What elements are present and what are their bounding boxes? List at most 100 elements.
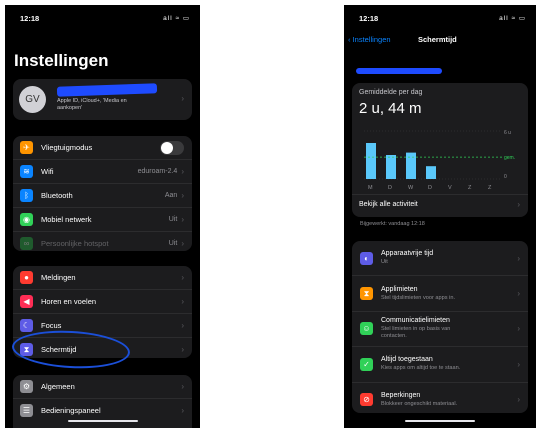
back-button[interactable]: ‹ Instellingen bbox=[348, 35, 391, 44]
chart-x-label: W bbox=[408, 185, 414, 191]
chevron-right-icon: › bbox=[517, 324, 520, 334]
apple-id-subtitle: Apple ID, iCloud+, 'Media en aankopen' bbox=[57, 98, 127, 111]
apple-id-row[interactable]: GV Apple ID, iCloud+, 'Media en aankopen… bbox=[13, 79, 192, 120]
row-label: Meldingen bbox=[41, 273, 76, 282]
bell-icon: ● bbox=[20, 271, 33, 284]
chart-x-label: D bbox=[388, 185, 392, 191]
chevron-right-icon: › bbox=[181, 191, 184, 200]
redaction-mark bbox=[56, 83, 158, 97]
bluetooth-icon: ᛒ bbox=[20, 189, 33, 202]
row-notifications[interactable]: ● Meldingen › bbox=[13, 266, 192, 290]
downtime-icon: ◐ bbox=[360, 251, 373, 265]
row-hotspot[interactable]: ∞ Persoonlijke hotspot Uit › bbox=[13, 232, 192, 251]
chevron-right-icon: › bbox=[517, 395, 520, 405]
see-all-activity[interactable]: Bekijk alle activiteit bbox=[359, 201, 418, 208]
row-label: Persoonlijke hotspot bbox=[41, 239, 109, 248]
row-always-allowed[interactable]: ✓ Altijd toegestaan Kies apps om altijd t… bbox=[352, 347, 528, 383]
row-label: Mobiel netwerk bbox=[41, 215, 92, 224]
hourglass-icon: ⧗ bbox=[360, 287, 373, 301]
chevron-right-icon: › bbox=[181, 345, 184, 354]
row-general[interactable]: ⚙ Algemeen › bbox=[13, 375, 192, 399]
chevron-right-icon: › bbox=[517, 253, 520, 263]
option-subtitle: Uit bbox=[381, 259, 388, 266]
back-label: Instellingen bbox=[352, 35, 391, 44]
screen-time-screen: 12:18 all ≈ ▭ ‹ Instellingen Schermtijd … bbox=[344, 5, 536, 428]
row-value: Uit bbox=[168, 240, 178, 247]
airplane-toggle[interactable] bbox=[160, 140, 184, 155]
status-icons: all ≈ ▭ bbox=[163, 15, 190, 22]
chevron-right-icon: › bbox=[181, 167, 184, 176]
option-subtitle: Stel tijdslimieten voor apps in. bbox=[381, 294, 455, 301]
redaction-mark bbox=[356, 68, 442, 74]
antenna-icon: ◉ bbox=[20, 213, 33, 226]
nav-title: Schermtijd bbox=[418, 35, 457, 44]
option-subtitle: Stel limieten in op basis van contacten. bbox=[381, 326, 451, 340]
option-title: Beperkingen bbox=[381, 391, 421, 399]
check-icon: ✓ bbox=[360, 357, 373, 371]
row-label: Bedieningspaneel bbox=[41, 406, 101, 415]
airplane-icon: ✈ bbox=[20, 141, 33, 154]
average-line-label: gem. bbox=[504, 155, 515, 161]
row-restrictions[interactable]: ⊘ Beperkingen Blokkeer ongeschikt materia… bbox=[352, 383, 528, 413]
status-bar: 12:18 all ≈ ▭ bbox=[344, 13, 536, 27]
row-app-limits[interactable]: ⧗ Applimieten Stel tijdslimieten voor app… bbox=[352, 276, 528, 312]
wifi-icon: ≋ bbox=[20, 165, 33, 178]
hotspot-icon: ∞ bbox=[20, 237, 33, 250]
row-airplane[interactable]: ✈ Vliegtuigmodus bbox=[13, 136, 192, 160]
chart-bar bbox=[386, 155, 396, 179]
row-label: Bluetooth bbox=[41, 191, 73, 200]
chart-x-label: M bbox=[368, 185, 373, 191]
ytick-top: 6 u bbox=[504, 130, 511, 136]
usage-chart: 6 u 0 M D W D V Z Zgem. bbox=[364, 130, 515, 191]
daily-average-card[interactable]: Gemiddelde per dag 2 u, 44 m 6 u 0 MDWDV… bbox=[352, 83, 528, 217]
settings-screen: 12:18 all ≈ ▭ Instellingen GV Apple ID, … bbox=[5, 5, 200, 428]
chevron-right-icon: › bbox=[181, 297, 184, 306]
row-label: Algemeen bbox=[41, 382, 75, 391]
person-icon: ☺ bbox=[360, 322, 373, 336]
row-communication-limits[interactable]: ☺ Communicatielimieten Stel limieten in o… bbox=[352, 312, 528, 348]
option-title: Apparaatvrije tijd bbox=[381, 250, 434, 258]
chevron-right-icon: › bbox=[181, 239, 184, 248]
average-label: Gemiddelde per dag bbox=[359, 89, 423, 96]
row-label: Focus bbox=[41, 321, 62, 330]
row-mobile-network[interactable]: ◉ Mobiel netwerk Uit › bbox=[13, 208, 192, 232]
chevron-right-icon: › bbox=[181, 382, 184, 391]
home-indicator[interactable] bbox=[405, 419, 475, 422]
chart-x-label: V bbox=[448, 185, 452, 191]
chevron-right-icon: › bbox=[517, 359, 520, 369]
row-control-center[interactable]: ☰ Bedieningspaneel › bbox=[13, 399, 192, 422]
row-value: Uit bbox=[168, 216, 178, 223]
home-indicator[interactable] bbox=[67, 419, 138, 422]
option-title: Communicatielimieten bbox=[381, 317, 450, 325]
moon-icon: ☾ bbox=[20, 319, 33, 332]
row-downtime[interactable]: ◐ Apparaatvrije tijd Uit › bbox=[352, 241, 528, 277]
row-wifi[interactable]: ≋ Wifi eduroam-2.4 › bbox=[13, 160, 192, 184]
status-time: 12:18 bbox=[359, 14, 379, 23]
connectivity-group: ✈ Vliegtuigmodus ≋ Wifi eduroam-2.4 › ᛒ … bbox=[13, 136, 192, 251]
updated-label: Bijgewerkt: vandaag 12:18 bbox=[360, 221, 425, 227]
chevron-right-icon: › bbox=[181, 321, 184, 330]
chart-x-label: Z bbox=[468, 185, 472, 191]
gear-icon: ⚙ bbox=[20, 380, 33, 393]
status-icons: all ≈ ▭ bbox=[499, 15, 526, 22]
row-label: Horen en voelen bbox=[41, 297, 97, 306]
chart-bar bbox=[426, 166, 436, 179]
switches-icon: ☰ bbox=[20, 404, 33, 417]
chart-x-label: Z bbox=[488, 185, 492, 191]
option-subtitle: Blokkeer ongeschikt materiaal. bbox=[381, 400, 458, 407]
chevron-right-icon: › bbox=[181, 273, 184, 282]
status-time: 12:18 bbox=[20, 14, 40, 23]
chevron-right-icon: › bbox=[181, 215, 184, 224]
option-title: Altijd toegestaan bbox=[381, 356, 433, 364]
chart-x-label: D bbox=[428, 185, 432, 191]
row-sounds[interactable]: ◀ Horen en voelen › bbox=[13, 290, 192, 314]
block-icon: ⊘ bbox=[360, 393, 373, 407]
options-group: ◐ Apparaatvrije tijd Uit › ⧗ Applimieten S… bbox=[352, 241, 528, 413]
row-label: Vliegtuigmodus bbox=[41, 143, 93, 152]
row-bluetooth[interactable]: ᛒ Bluetooth Aan › bbox=[13, 184, 192, 208]
avatar: GV bbox=[19, 86, 46, 113]
row-label: Wifi bbox=[41, 167, 54, 176]
ytick-bottom: 0 bbox=[504, 174, 507, 180]
page-title: Instellingen bbox=[14, 51, 109, 70]
speaker-icon: ◀ bbox=[20, 295, 33, 308]
